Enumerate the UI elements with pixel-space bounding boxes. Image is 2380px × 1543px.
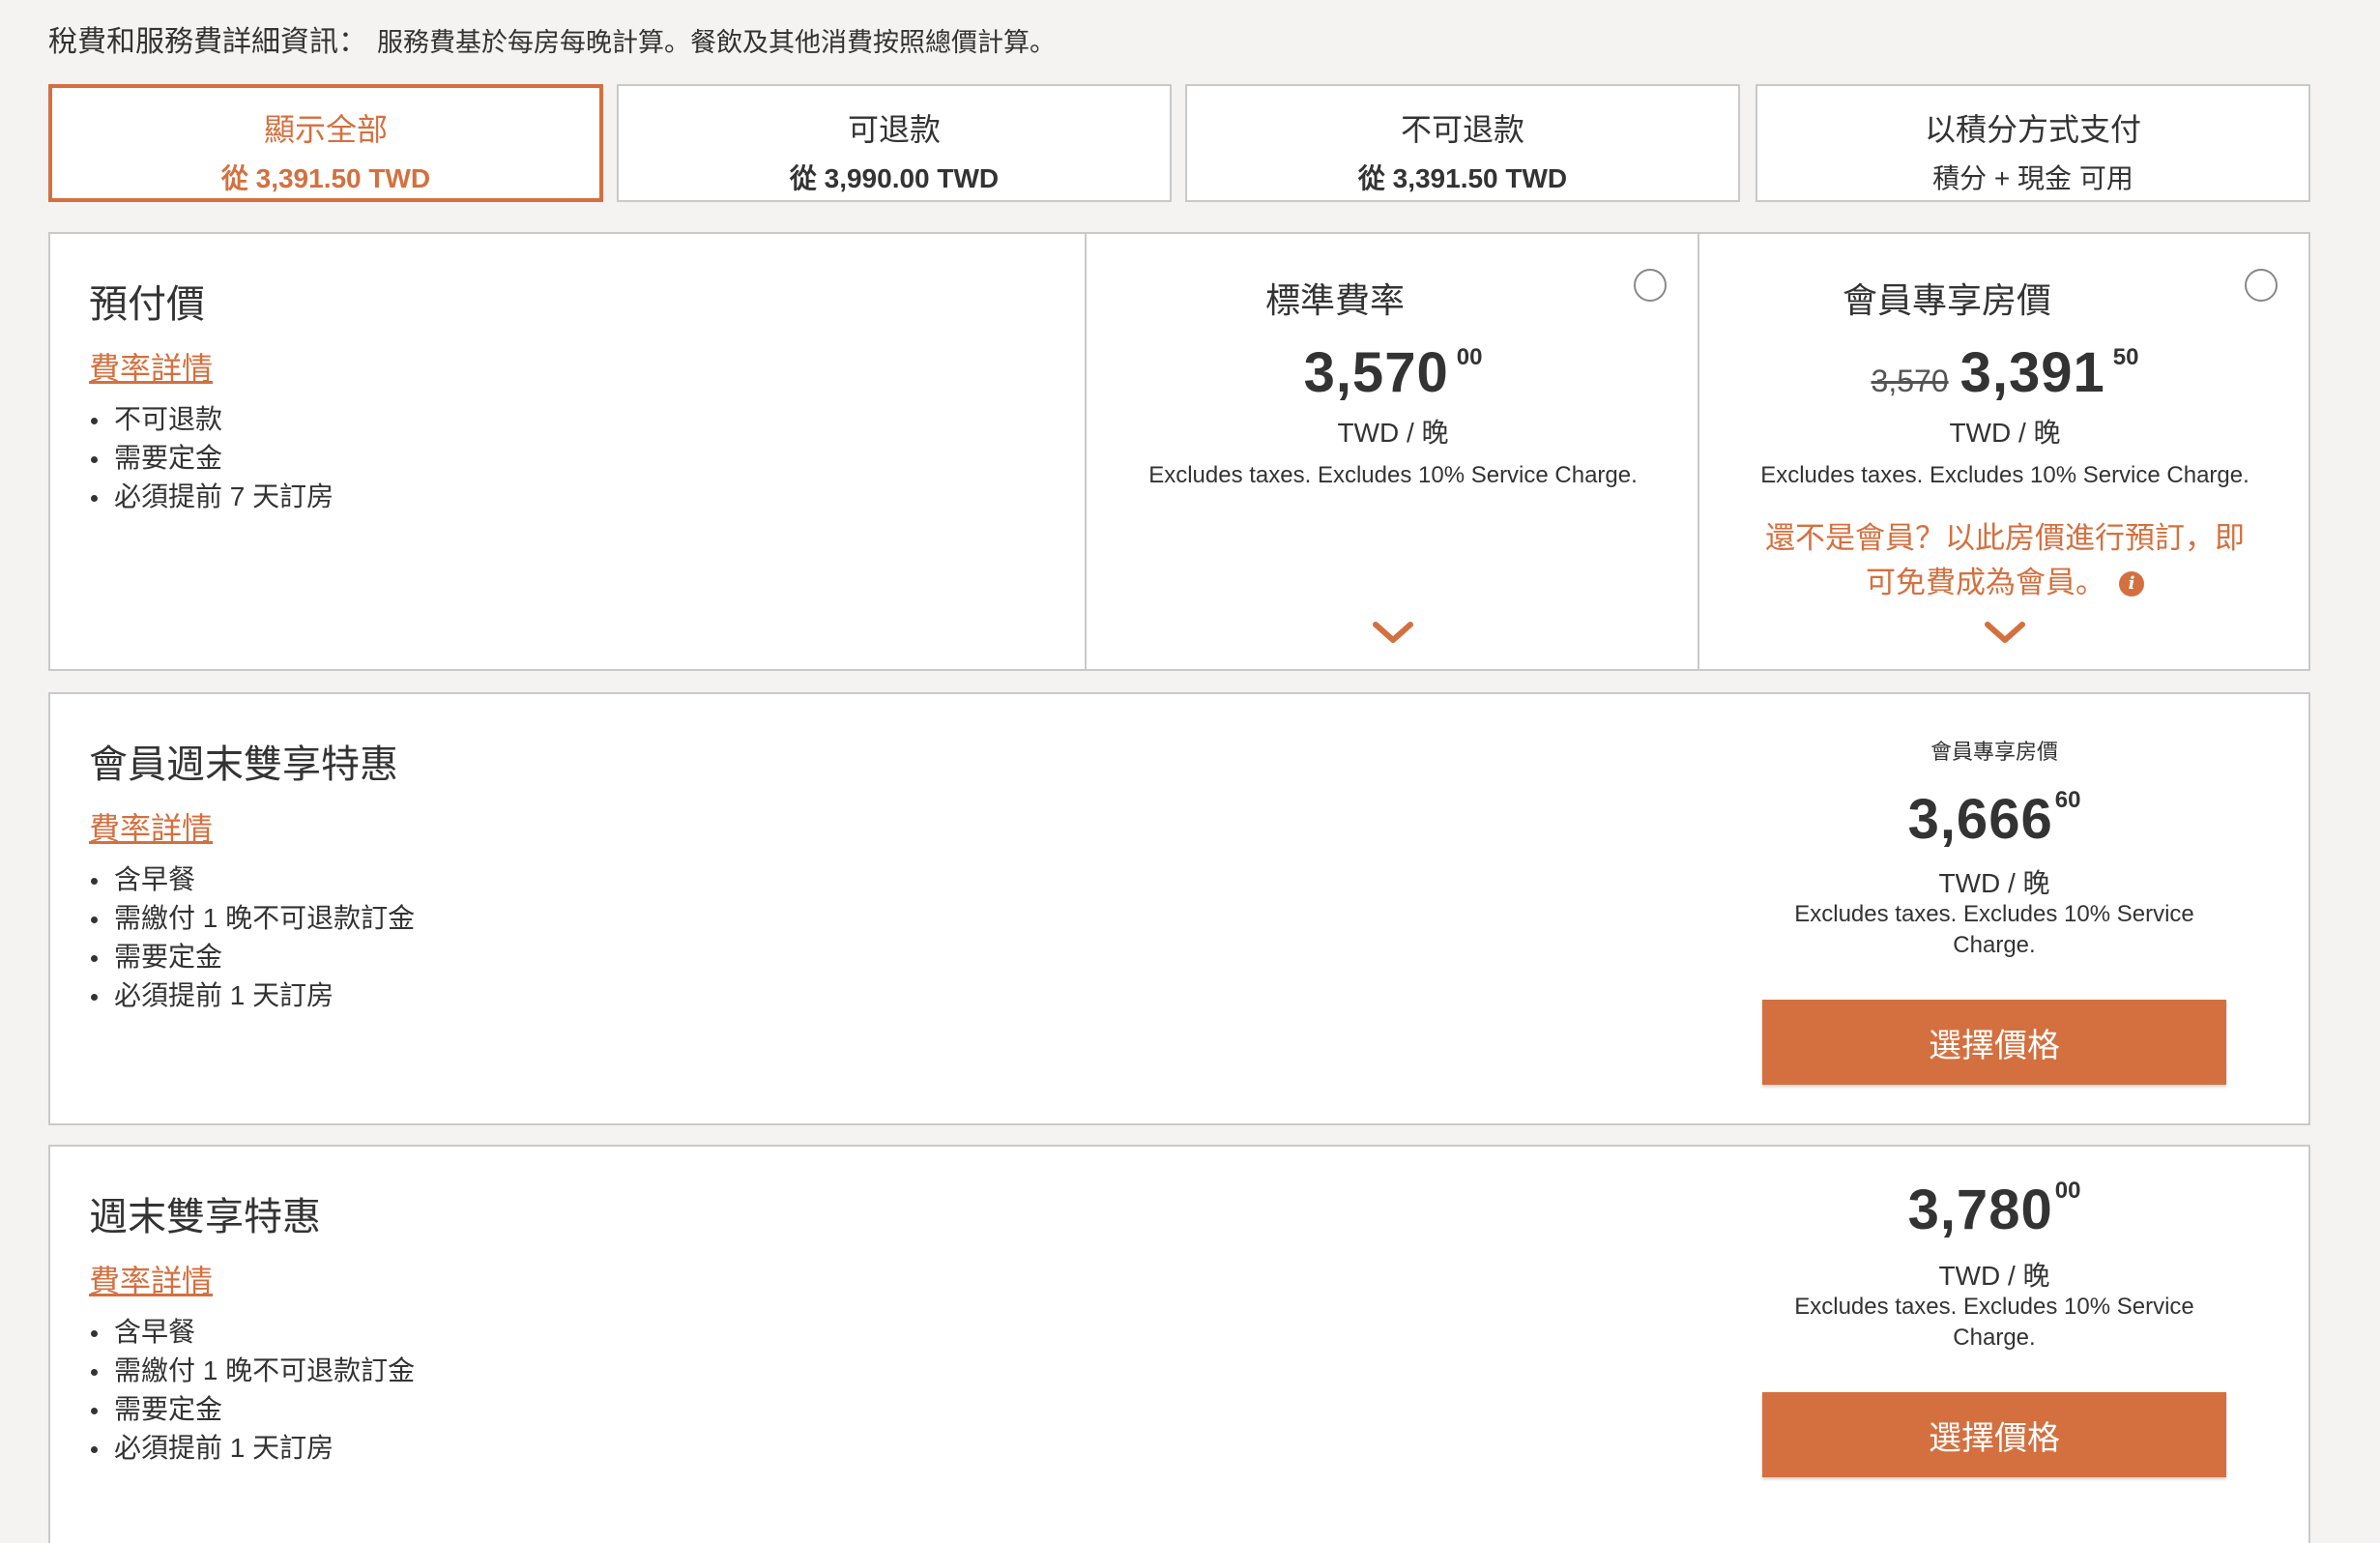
- price-excludes-note: Excludes taxes. Excludes 10% Service Cha…: [1760, 462, 2249, 488]
- info-icon[interactable]: i: [2119, 571, 2144, 597]
- offer-price: 3,78000: [1762, 1178, 2226, 1242]
- filter-tab-availability: 積分 + 現金 可用: [1932, 163, 2133, 193]
- price-excludes-note: Excludes taxes. Excludes 10% Service Cha…: [1148, 462, 1638, 488]
- chevron-down-icon[interactable]: [1984, 621, 2026, 646]
- promo-line: 可免費成為會員。: [1866, 566, 2105, 599]
- filter-tab-price: 從 3,391.50 TWD: [220, 163, 431, 193]
- filter-tab-price: 從 3,990.00 TWD: [789, 163, 1000, 193]
- rate-features-list: 含早餐 需繳付 1 晚不可退款訂金 需要定金 必須提前 1 天訂房: [89, 860, 415, 1015]
- filter-tab-price: 從 3,391.50 TWD: [1357, 163, 1568, 193]
- rate-card-title: 預付價: [89, 283, 205, 326]
- price-excludes-note: Excludes taxes. Excludes 10% Service Cha…: [1762, 899, 2226, 961]
- filter-tab-pay-with-points[interactable]: 以積分方式支付 積分 + 現金 可用: [1756, 84, 2310, 202]
- offer-price-block: 3,78000 TWD / 晚 Excludes taxes. Excludes…: [1762, 1147, 2226, 1543]
- filter-tab-label: 可退款: [847, 112, 941, 147]
- list-item: 需繳付 1 晚不可退款訂金: [89, 1352, 415, 1390]
- excludes-line: Charge.: [1953, 1325, 2036, 1351]
- price-amount: 3,391: [1959, 341, 2105, 404]
- select-price-button[interactable]: 選擇價格: [1762, 1000, 2226, 1085]
- member-rate-title: 會員專享房價: [1842, 280, 2051, 320]
- list-item: 需繳付 1 晚不可退款訂金: [89, 899, 415, 938]
- prepaid-rate-card: 預付價 費率詳情 不可退款 需要定金 必須提前 7 天訂房 標準費率 3,570…: [48, 232, 2310, 671]
- standard-rate-price: 3,570 00: [1087, 340, 1699, 405]
- tax-note-text: 服務費基於每房每晚計算。餐飲及其他消費按照總價計算。: [377, 28, 1056, 57]
- filter-tab-label: 顯示全部: [263, 112, 388, 147]
- rate-card-title: 會員週末雙享特惠: [89, 743, 398, 786]
- price-decimals: 00: [2054, 1178, 2081, 1204]
- rate-details-link[interactable]: 費率詳情: [89, 344, 213, 389]
- price-unit: TWD / 晚: [1938, 868, 2050, 898]
- price-excludes-note: Excludes taxes. Excludes 10% Service Cha…: [1762, 1292, 2226, 1354]
- member-rate-label: 會員專享房價: [1930, 740, 2058, 764]
- price-unit: TWD / 晚: [1337, 418, 1449, 448]
- tax-note-title: 稅費和服務費詳細資訊：: [48, 26, 367, 58]
- list-item: 需要定金: [89, 439, 334, 478]
- list-item: 需要定金: [89, 938, 415, 976]
- select-price-button[interactable]: 選擇價格: [1762, 1392, 2226, 1477]
- filter-tab-label: 不可退款: [1400, 112, 1524, 147]
- price-unit: TWD / 晚: [1938, 1261, 2050, 1291]
- list-item: 必須提前 1 天訂房: [89, 976, 415, 1015]
- rate-details-link[interactable]: 費率詳情: [89, 1257, 213, 1301]
- rate-details-link[interactable]: 費率詳情: [89, 804, 213, 849]
- standard-rate-title: 標準費率: [1264, 280, 1405, 320]
- price-amount: 3,666: [1907, 788, 2053, 851]
- member-rate-price: 3,570 3,391 50: [1699, 340, 2310, 405]
- list-item: 需要定金: [89, 1390, 415, 1429]
- original-price: 3,570: [1871, 364, 1949, 398]
- chevron-down-icon[interactable]: [1372, 621, 1414, 646]
- list-item: 含早餐: [89, 1313, 415, 1352]
- offer-card-weekend: 週末雙享特惠 費率詳情 含早餐 需繳付 1 晚不可退款訂金 需要定金 必須提前 …: [48, 1145, 2310, 1543]
- excludes-line: Excludes taxes. Excludes 10% Service: [1794, 1294, 2194, 1320]
- member-signup-promo: 還不是會員？以此房價進行預訂，即 可免費成為會員。 i: [1738, 516, 2272, 605]
- tax-note: 稅費和服務費詳細資訊： 服務費基於每房每晚計算。餐飲及其他消費按照總價計算。: [48, 17, 1056, 60]
- price-amount: 3,780: [1907, 1179, 2053, 1241]
- promo-line: 還不是會員？以此房價進行預訂，即: [1765, 521, 2245, 555]
- filter-tab-refundable[interactable]: 可退款 從 3,990.00 TWD: [617, 84, 1172, 202]
- offer-price-block: 會員專享房價 3,66660 TWD / 晚 Excludes taxes. E…: [1762, 694, 2226, 1123]
- price-amount: 3,570: [1303, 341, 1449, 404]
- filter-tab-non-refundable[interactable]: 不可退款 從 3,391.50 TWD: [1185, 84, 1740, 202]
- offer-price: 3,66660: [1762, 787, 2226, 852]
- price-decimals: 00: [1456, 344, 1483, 370]
- excludes-line: Charge.: [1953, 932, 2036, 958]
- member-rate-column[interactable]: 會員專享房價 3,570 3,391 50 TWD / 晚 Excludes tax…: [1698, 234, 2310, 669]
- list-item: 含早餐: [89, 860, 415, 899]
- list-item: 不可退款: [89, 400, 334, 439]
- rate-card-title: 週末雙享特惠: [89, 1196, 321, 1238]
- filter-tab-label: 以積分方式支付: [1924, 112, 2141, 147]
- price-decimals: 50: [2112, 344, 2139, 370]
- rate-features-list: 不可退款 需要定金 必須提前 7 天訂房: [89, 400, 334, 516]
- list-item: 必須提前 1 天訂房: [89, 1429, 415, 1468]
- standard-rate-column[interactable]: 標準費率 3,570 00 TWD / 晚 Excludes taxes. Exc…: [1085, 234, 1699, 669]
- filter-tab-show-all[interactable]: 顯示全部 從 3,391.50 TWD: [48, 84, 603, 202]
- offer-card-member-weekend: 會員週末雙享特惠 費率詳情 含早餐 需繳付 1 晚不可退款訂金 需要定金 必須提…: [48, 692, 2310, 1125]
- price-unit: TWD / 晚: [1949, 418, 2061, 448]
- rate-features-list: 含早餐 需繳付 1 晚不可退款訂金 需要定金 必須提前 1 天訂房: [89, 1313, 415, 1468]
- price-decimals: 60: [2054, 787, 2081, 813]
- radio-button-icon[interactable]: [2245, 269, 2278, 302]
- excludes-line: Excludes taxes. Excludes 10% Service: [1794, 901, 2194, 927]
- list-item: 必須提前 7 天訂房: [89, 478, 334, 516]
- promo-line-with-icon: 可免費成為會員。 i: [1738, 561, 2272, 605]
